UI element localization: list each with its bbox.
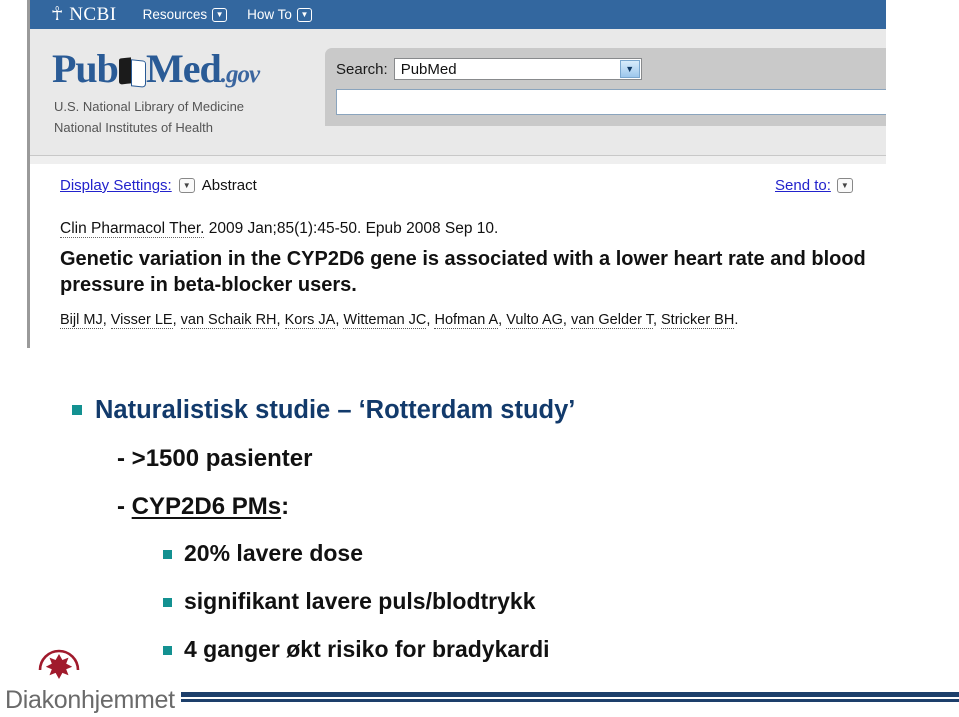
nav-item-how-to-label: How To: [247, 7, 292, 22]
author-link[interactable]: Vulto AG: [506, 312, 563, 329]
author-link[interactable]: Bijl MJ: [60, 312, 103, 329]
dash-marker: -: [117, 493, 125, 520]
chevron-down-icon[interactable]: ▼: [619, 60, 640, 78]
search-input[interactable]: [336, 89, 886, 115]
author-link[interactable]: Hofman A: [434, 312, 499, 329]
pubmed-screenshot: ☥ NCBI Resources ▼ How To ▼ Pub Med.gov U…: [27, 0, 886, 348]
sub-bullet-bradycardia: 4 ganger økt risiko for bradykardi: [163, 636, 550, 662]
send-to-row: Send to: ▼: [775, 177, 853, 194]
chevron-down-icon[interactable]: ▼: [296, 7, 312, 22]
footer-rule-thin: [181, 699, 959, 702]
pubmed-logo[interactable]: Pub Med.gov: [52, 45, 260, 92]
dash-item-patients: - >1500 pasienter: [117, 445, 313, 472]
author-link[interactable]: Kors JA: [284, 312, 336, 329]
square-bullet-icon: [72, 405, 82, 415]
display-settings-link[interactable]: Display Settings:: [60, 177, 172, 194]
sub-bullet-pulse-label: signifikant lavere puls/blodtrykk: [184, 588, 536, 614]
author-link[interactable]: van Gelder T: [570, 312, 653, 329]
search-label: Search:: [336, 60, 388, 78]
nav-item-how-to[interactable]: How To ▼: [247, 7, 312, 22]
journal-citation-detail: 2009 Jan;85(1):45-50. Epub 2008 Sep 10.: [204, 220, 499, 237]
open-book-icon: [119, 56, 145, 86]
chevron-down-icon[interactable]: ▼: [178, 178, 195, 193]
square-bullet-icon: [163, 550, 172, 559]
sub-bullet-bradycardia-label: 4 ganger økt risiko for bradykardi: [184, 636, 550, 662]
square-bullet-icon: [163, 646, 172, 655]
display-settings-value: Abstract: [201, 177, 257, 194]
org-line-nih: National Institutes of Health: [54, 120, 213, 135]
diakonhjemmet-cross-icon: [38, 649, 80, 679]
ncbi-top-bar: ☥ NCBI Resources ▼ How To ▼: [30, 0, 886, 29]
database-select-value: PubMed: [400, 60, 457, 78]
sub-bullet-pulse: signifikant lavere puls/blodtrykk: [163, 588, 536, 614]
pubmed-logo-med: Med: [145, 46, 222, 91]
article-title: Genetic variation in the CYP2D6 gene is …: [60, 248, 866, 296]
sub-bullet-dose-label: 20% lavere dose: [184, 540, 364, 566]
send-to-link[interactable]: Send to:: [775, 177, 831, 194]
search-panel: Search: PubMed ▼: [325, 48, 886, 126]
bullet-level1: Naturalistisk studie – ‘Rotterdam study’: [72, 396, 575, 424]
chevron-down-icon[interactable]: ▼: [836, 178, 853, 193]
author-list: Bijl MJ, Visser LE, van Schaik RH, Kors …: [60, 312, 739, 329]
masthead-divider: [30, 156, 886, 164]
chevron-down-icon[interactable]: ▼: [212, 7, 228, 22]
search-row: Search: PubMed ▼: [336, 58, 642, 80]
author-link[interactable]: Visser LE: [110, 312, 173, 329]
display-settings-row: Display Settings: ▼ Abstract: [60, 177, 257, 194]
diakonhjemmet-wordmark: Diakonhjemmet: [5, 686, 175, 714]
ncbi-nav: Resources ▼ How To ▼: [143, 7, 312, 22]
author-link[interactable]: van Schaik RH: [180, 312, 277, 329]
dash-item-cyp2d6-label: CYP2D6 PMs: [131, 493, 282, 520]
pubmed-logo-gov: .gov: [220, 61, 260, 88]
database-select[interactable]: PubMed ▼: [393, 58, 642, 80]
org-line-nlm: U.S. National Library of Medicine: [54, 99, 245, 114]
journal-name[interactable]: Clin Pharmacol Ther.: [60, 220, 205, 238]
bullet-level1-label: Naturalistisk studie – ‘Rotterdam study’: [95, 396, 576, 424]
ncbi-caduceus-icon: ☥: [51, 3, 64, 25]
dash-item-cyp2d6-colon: :: [281, 493, 290, 520]
footer-rule: [181, 692, 959, 702]
pubmed-logo-pub: Pub: [52, 46, 119, 91]
sub-bullet-dose: 20% lavere dose: [163, 540, 364, 566]
nav-item-resources-label: Resources: [142, 7, 208, 22]
dash-item-patients-label: >1500 pasienter: [131, 445, 313, 472]
nav-item-resources[interactable]: Resources ▼: [143, 7, 228, 22]
square-bullet-icon: [163, 598, 172, 607]
ncbi-logo-text[interactable]: NCBI: [69, 4, 116, 26]
dash-marker: -: [117, 445, 125, 472]
dash-item-cyp2d6: - CYP2D6 PMs:: [117, 493, 290, 520]
author-link[interactable]: Stricker BH: [661, 312, 735, 329]
author-link[interactable]: Witteman JC: [343, 312, 427, 329]
journal-citation: Clin Pharmacol Ther. 2009 Jan;85(1):45-5…: [60, 220, 498, 238]
pubmed-masthead: Pub Med.gov U.S. National Library of Medi…: [30, 29, 886, 156]
abstract-result-area: Display Settings: ▼ Abstract Send to: ▼ …: [30, 164, 886, 348]
slide-canvas: ☥ NCBI Resources ▼ How To ▼ Pub Med.gov U…: [0, 0, 959, 717]
